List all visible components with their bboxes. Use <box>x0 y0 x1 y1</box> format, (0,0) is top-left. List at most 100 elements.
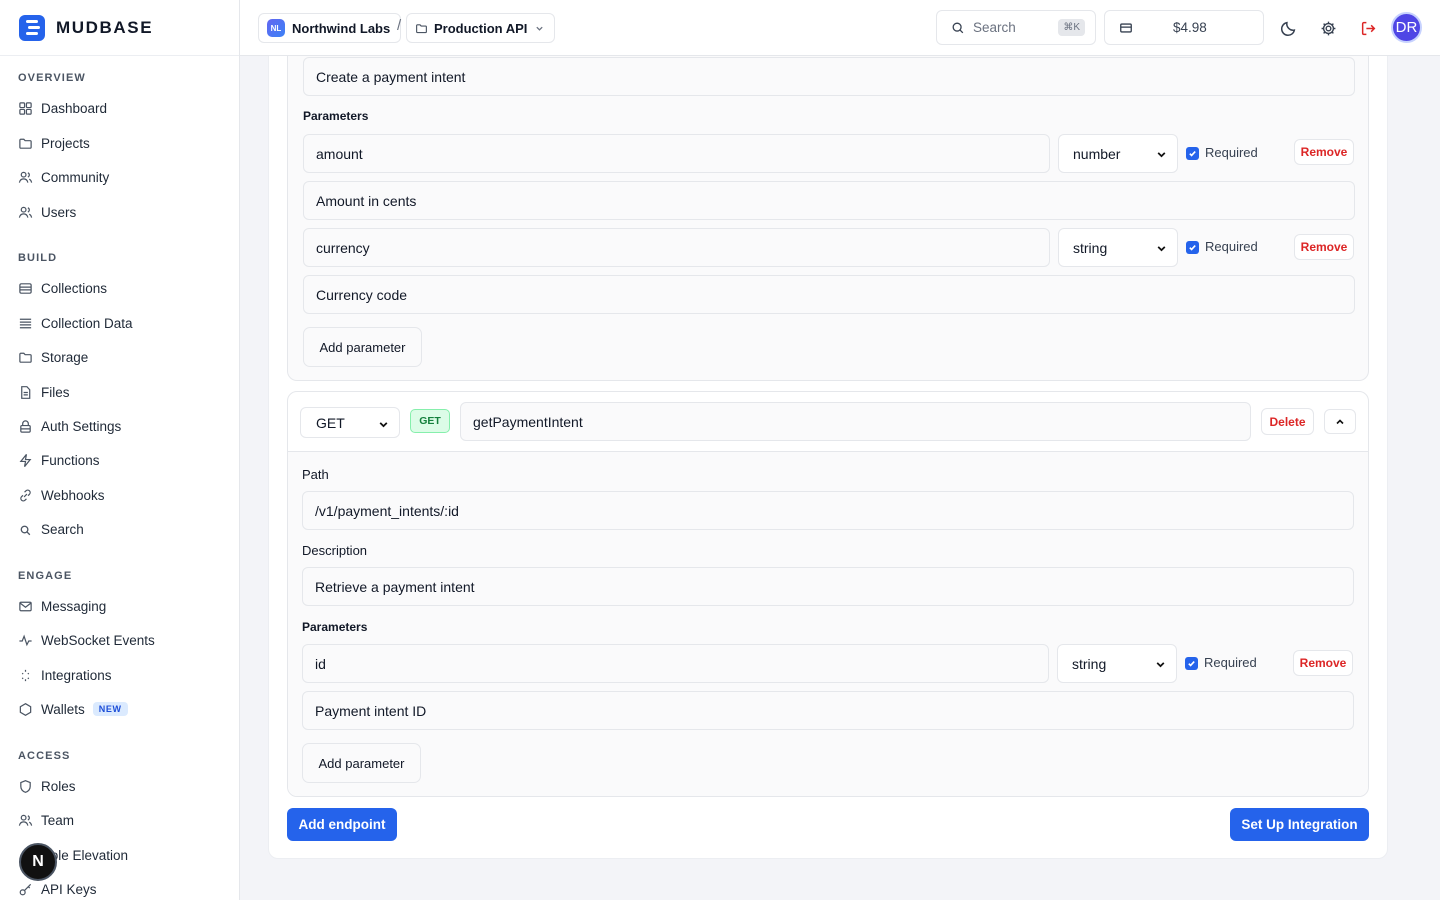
sidebar-item-label: Dashboard <box>41 100 108 116</box>
gear-icon[interactable] <box>1318 18 1338 38</box>
brand[interactable]: MUDBASE <box>0 0 239 56</box>
file-icon <box>18 385 33 400</box>
chevron-up-icon <box>1335 417 1345 427</box>
required-checkbox[interactable] <box>1185 657 1198 670</box>
sidebar-item-storage[interactable]: Storage <box>18 346 88 368</box>
hexagon-icon <box>18 702 33 717</box>
param-description-input[interactable]: Amount in cents <box>303 181 1355 220</box>
new-badge: NEW <box>92 702 128 716</box>
param-type-select[interactable]: string <box>1058 228 1178 267</box>
remove-parameter-button[interactable]: Remove <box>1293 650 1353 676</box>
param-type-value: string <box>1073 239 1108 256</box>
sidebar-item-label: Integrations <box>41 667 112 683</box>
credits-amount: $4.98 <box>1173 20 1207 35</box>
endpoint-description-input[interactable]: Retrieve a payment intent <box>302 567 1354 606</box>
sidebar-item-messaging[interactable]: Messaging <box>18 595 106 617</box>
required-label: Required <box>1205 145 1258 160</box>
param-description-input[interactable]: Payment intent ID <box>302 691 1354 730</box>
setup-integration-button[interactable]: Set Up Integration <box>1230 808 1369 841</box>
chevron-down-icon <box>378 417 389 433</box>
sidebar-item-collection-data[interactable]: Collection Data <box>18 312 133 334</box>
add-endpoint-button[interactable]: Add endpoint <box>287 808 397 841</box>
add-parameter-button[interactable]: Add parameter <box>302 743 421 783</box>
sidebar-item-label: Storage <box>41 349 89 365</box>
users-icon <box>18 170 33 185</box>
sidebar-item-integrations[interactable]: Integrations <box>18 664 112 686</box>
endpoint-name-input[interactable]: getPaymentIntent <box>460 402 1251 441</box>
endpoint-card: Create a payment intent Parameters amoun… <box>287 21 1369 381</box>
chevron-down-icon <box>1156 241 1167 257</box>
grid-icon <box>18 101 33 116</box>
folder-icon <box>415 22 428 35</box>
param-name-input[interactable]: amount <box>303 134 1050 173</box>
moon-icon[interactable] <box>1278 18 1298 38</box>
sidebar-item-label: Community <box>41 169 110 185</box>
key-icon <box>18 882 33 897</box>
mudbase-logo-icon <box>19 14 45 41</box>
search-icon <box>951 21 965 35</box>
required-label: Required <box>1205 239 1258 254</box>
required-checkbox[interactable] <box>1186 147 1199 160</box>
endpoint-description-input[interactable]: Create a payment intent <box>303 57 1355 96</box>
required-label: Required <box>1204 655 1257 670</box>
sidebar-item-label: Files <box>41 384 70 400</box>
required-checkbox[interactable] <box>1186 241 1199 254</box>
sidebar-item-team[interactable]: Team <box>18 809 74 831</box>
sidebar-item-dashboard[interactable]: Dashboard <box>18 97 107 119</box>
sidebar-item-auth-settings[interactable]: Auth Settings <box>18 415 121 437</box>
activity-icon <box>18 633 33 648</box>
brand-name: MUDBASE <box>56 17 154 37</box>
sidebar-item-wallets[interactable]: Wallets NEW <box>18 698 128 720</box>
param-name-input[interactable]: id <box>302 644 1049 683</box>
method-badge: GET <box>410 409 450 433</box>
search-button[interactable]: Search ⌘K <box>936 10 1096 45</box>
chevron-down-icon <box>535 24 544 33</box>
sidebar-item-label: Collections <box>41 280 108 296</box>
collapse-button[interactable] <box>1324 409 1356 434</box>
sidebar-item-roles[interactable]: Roles <box>18 775 76 797</box>
parameters-label: Parameters <box>302 620 368 634</box>
http-method-select[interactable]: GET <box>300 407 400 438</box>
org-avatar: NL <box>267 19 285 37</box>
sidebar-item-search[interactable]: Search <box>18 518 84 540</box>
list-icon <box>18 316 33 331</box>
sidebar-item-projects[interactable]: Projects <box>18 132 90 154</box>
avatar[interactable]: DR <box>1391 12 1422 43</box>
param-type-select[interactable]: number <box>1058 134 1178 173</box>
org-switcher[interactable]: NL Northwind Labs <box>258 13 402 43</box>
logout-icon[interactable] <box>1358 18 1378 38</box>
remove-parameter-button[interactable]: Remove <box>1294 234 1354 260</box>
endpoint-card: GET GET getPaymentIntent Delete Path /v1… <box>287 391 1369 797</box>
delete-endpoint-button[interactable]: Delete <box>1261 408 1314 435</box>
search-placeholder: Search <box>973 20 1016 35</box>
sidebar-item-functions[interactable]: Functions <box>18 449 100 471</box>
param-description-input[interactable]: Currency code <box>303 275 1355 314</box>
nav-section-access: ACCESS <box>18 750 71 762</box>
remove-parameter-button[interactable]: Remove <box>1294 139 1354 165</box>
sidebar-item-users[interactable]: Users <box>18 201 76 223</box>
project-switcher[interactable]: Production API <box>406 13 556 43</box>
sidebar-item-label: WebSocket Events <box>41 632 155 648</box>
param-type-value: string <box>1072 655 1107 672</box>
floating-action-button[interactable]: N <box>19 843 57 881</box>
sidebar-item-websocket-events[interactable]: WebSocket Events <box>18 629 155 651</box>
nav-section-build: BUILD <box>18 252 58 264</box>
endpoint-path-input[interactable]: /v1/payment_intents/:id <box>302 491 1354 530</box>
param-name-input[interactable]: currency <box>303 228 1050 267</box>
sidebar-item-webhooks[interactable]: Webhooks <box>18 484 105 506</box>
sidebar-item-community[interactable]: Community <box>18 166 109 188</box>
sidebar-item-label: Projects <box>41 135 90 151</box>
database-icon <box>18 281 33 296</box>
sidebar-item-label: Auth Settings <box>41 418 122 434</box>
sidebar-item-label: Functions <box>41 452 100 468</box>
sidebar-item-api-keys[interactable]: API Keys <box>18 878 97 900</box>
sidebar-item-collections[interactable]: Collections <box>18 277 107 299</box>
add-parameter-button[interactable]: Add parameter <box>303 327 422 367</box>
param-type-select[interactable]: string <box>1057 644 1177 683</box>
credits-balance[interactable]: $4.98 <box>1104 10 1264 45</box>
sidebar-item-files[interactable]: Files <box>18 381 70 403</box>
chevron-down-icon <box>1155 657 1166 673</box>
lightning-icon <box>18 453 33 468</box>
credit-card-icon <box>1119 21 1133 35</box>
users-icon <box>18 813 33 828</box>
